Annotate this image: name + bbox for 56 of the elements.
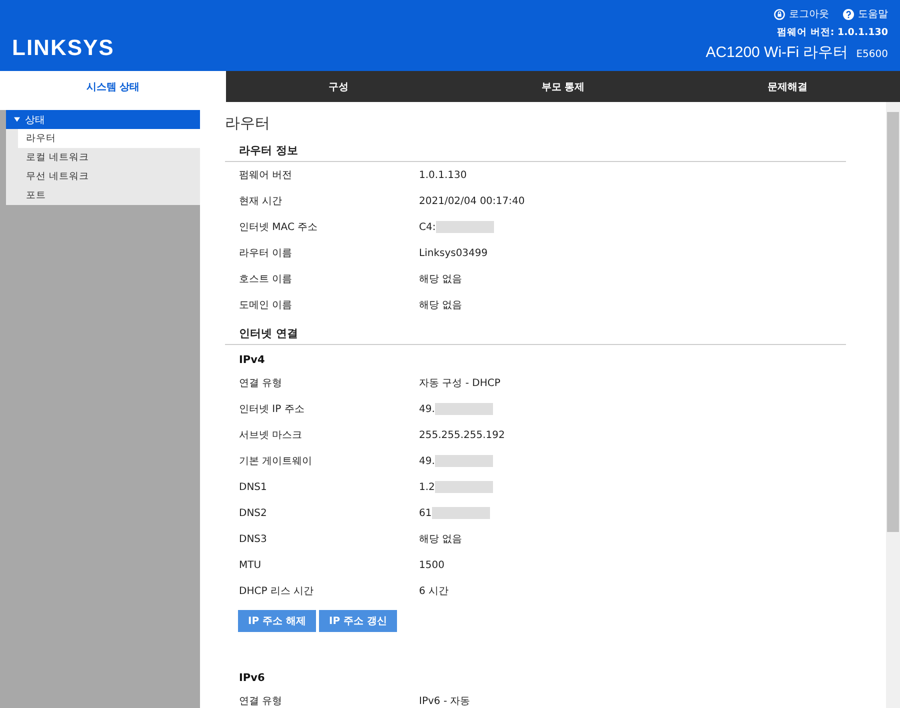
sidebar-subitem[interactable]: 포트	[6, 186, 200, 205]
lock-icon	[774, 8, 785, 20]
nav-tab[interactable]: 문제해결	[675, 71, 900, 102]
field-label: DNS1	[239, 482, 268, 492]
scrollbar[interactable]	[886, 102, 900, 708]
field-label: 도메인 이름	[239, 299, 294, 312]
field-value: 해당 없음	[419, 273, 462, 286]
field-value: 자동 구성 - DHCP	[419, 377, 500, 390]
logout-link[interactable]: 로그아웃	[774, 7, 829, 21]
linksys-logo: LINKSYS	[12, 35, 114, 61]
field-value: 해당 없음	[419, 533, 462, 546]
help-icon	[843, 8, 854, 20]
field-value: 2021/02/04 00:17:40	[419, 196, 525, 206]
nav-tab[interactable]: 시스템 상태	[0, 71, 226, 102]
field-label: 호스트 이름	[239, 273, 294, 286]
product-name: AC1200 Wi-Fi 라우터	[706, 43, 848, 62]
field-label: 현재 시간	[239, 195, 284, 208]
field-value: 6 시간	[419, 585, 449, 598]
nav-tab[interactable]: 구성	[226, 71, 451, 102]
field-label: 인터넷 IP 주소	[239, 403, 306, 416]
model-number: E5600	[856, 49, 888, 60]
firmware-version: 펌웨어 버전: 1.0.1.130	[777, 26, 888, 39]
field-label: MTU	[239, 560, 262, 570]
section-title: 라우터 정보	[225, 143, 846, 162]
field-value: 255.255.255.192	[419, 430, 505, 440]
field-label: 서브넷 마스크	[239, 429, 304, 442]
nav-tab[interactable]: 부모 통제	[450, 71, 676, 102]
field-value: Linksys03499	[419, 248, 488, 258]
field-value: 49.	[419, 404, 435, 414]
field-label: 연결 유형	[239, 695, 284, 708]
sidebar-item[interactable]: 상태	[6, 110, 200, 129]
field-label: DNS2	[239, 508, 268, 518]
subsection-title: IPv4	[238, 354, 266, 366]
field-value: 1.2	[419, 482, 435, 492]
field-label: 펌웨어 버전	[239, 169, 294, 182]
help-link[interactable]: 도움말	[843, 7, 888, 21]
field-value: 49.	[419, 456, 435, 466]
sidebar-subitem[interactable]: 로컬 네트워크	[6, 148, 200, 167]
field-value: C4:	[419, 222, 436, 232]
field-label: 연결 유형	[239, 377, 284, 390]
sidebar-subitem[interactable]: 무선 네트워크	[6, 167, 200, 186]
field-value: 1500	[419, 560, 444, 570]
page-title: 라우터	[225, 114, 271, 133]
field-value: 61	[419, 508, 432, 518]
section-title: 인터넷 연결	[225, 326, 846, 345]
field-label: 인터넷 MAC 주소	[239, 221, 319, 234]
field-label: 기본 게이트웨이	[239, 455, 314, 468]
field-value: IPv6 - 자동	[419, 695, 470, 708]
field-value: 1.0.1.130	[419, 170, 467, 180]
sidebar-subitem[interactable]: 라우터	[18, 129, 200, 148]
subsection-title: IPv6	[238, 672, 266, 684]
field-label: 라우터 이름	[239, 247, 294, 260]
field-label: DHCP 리스 시간	[239, 585, 315, 598]
field-label: DNS3	[239, 534, 268, 544]
caret-icon	[14, 117, 20, 122]
field-value: 해당 없음	[419, 299, 462, 312]
